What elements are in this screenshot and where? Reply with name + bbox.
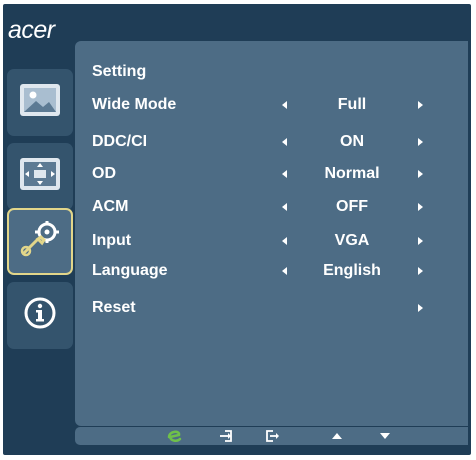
sidebar-item-picture[interactable] <box>7 69 73 136</box>
menu-row-label: Input <box>92 232 132 249</box>
right-arrow-icon[interactable] <box>418 267 423 275</box>
right-arrow-icon[interactable] <box>418 101 423 109</box>
right-arrow-icon[interactable] <box>418 170 423 178</box>
screenshot-frame: acer Setting Wide Mode Full DDC/CI ON OD… <box>0 0 476 460</box>
sidebar-item-osd-position[interactable] <box>7 143 73 210</box>
left-arrow-icon[interactable] <box>282 267 287 275</box>
wrench-gear-icon <box>18 219 62 264</box>
left-arrow-icon[interactable] <box>282 203 287 211</box>
down-arrow-icon[interactable] <box>375 427 395 445</box>
osd-position-icon <box>18 156 62 197</box>
picture-icon <box>18 82 62 123</box>
exit-icon[interactable] <box>261 427 283 445</box>
sidebar-item-setting[interactable] <box>7 208 73 275</box>
menu-row-value: ON <box>340 133 364 150</box>
sidebar-item-information[interactable] <box>7 282 73 349</box>
menu-row-language[interactable]: Language English <box>92 260 462 282</box>
left-arrow-icon[interactable] <box>282 138 287 146</box>
menu-row-reset[interactable]: Reset <box>92 297 462 319</box>
menu-row-label: Reset <box>92 299 136 316</box>
empowering-e-icon[interactable] <box>163 427 185 445</box>
left-arrow-icon[interactable] <box>282 170 287 178</box>
menu-row-value: OFF <box>336 198 368 215</box>
menu-row-label: OD <box>92 165 116 182</box>
menu-row-label: Language <box>92 262 168 279</box>
menu-row-ddc-ci[interactable]: DDC/CI ON <box>92 131 462 153</box>
menu-row-acm[interactable]: ACM OFF <box>92 196 462 218</box>
enter-icon[interactable] <box>215 427 237 445</box>
menu-row-value: Normal <box>324 165 380 182</box>
left-arrow-icon[interactable] <box>282 101 287 109</box>
info-icon <box>23 296 57 335</box>
up-arrow-icon[interactable] <box>327 427 347 445</box>
menu-row-input[interactable]: Input VGA <box>92 230 462 252</box>
bottom-control-bar <box>75 427 468 445</box>
left-arrow-icon[interactable] <box>282 237 287 245</box>
menu-row-value: VGA <box>334 232 370 249</box>
menu-row-value: Full <box>337 96 367 113</box>
right-arrow-icon[interactable] <box>418 138 423 146</box>
right-arrow-icon[interactable] <box>418 203 423 211</box>
right-arrow-icon[interactable] <box>418 237 423 245</box>
menu-row-label: Wide Mode <box>92 96 177 113</box>
right-arrow-icon[interactable] <box>418 304 423 312</box>
menu-row-label: ACM <box>92 198 129 215</box>
menu-row-value: English <box>323 262 381 279</box>
menu-row-wide-mode[interactable]: Wide Mode Full <box>92 94 462 116</box>
page-title: Setting <box>92 63 147 80</box>
acer-logo: acer <box>8 16 55 44</box>
menu-row-label: DDC/CI <box>92 133 148 150</box>
menu-row-od[interactable]: OD Normal <box>92 163 462 185</box>
